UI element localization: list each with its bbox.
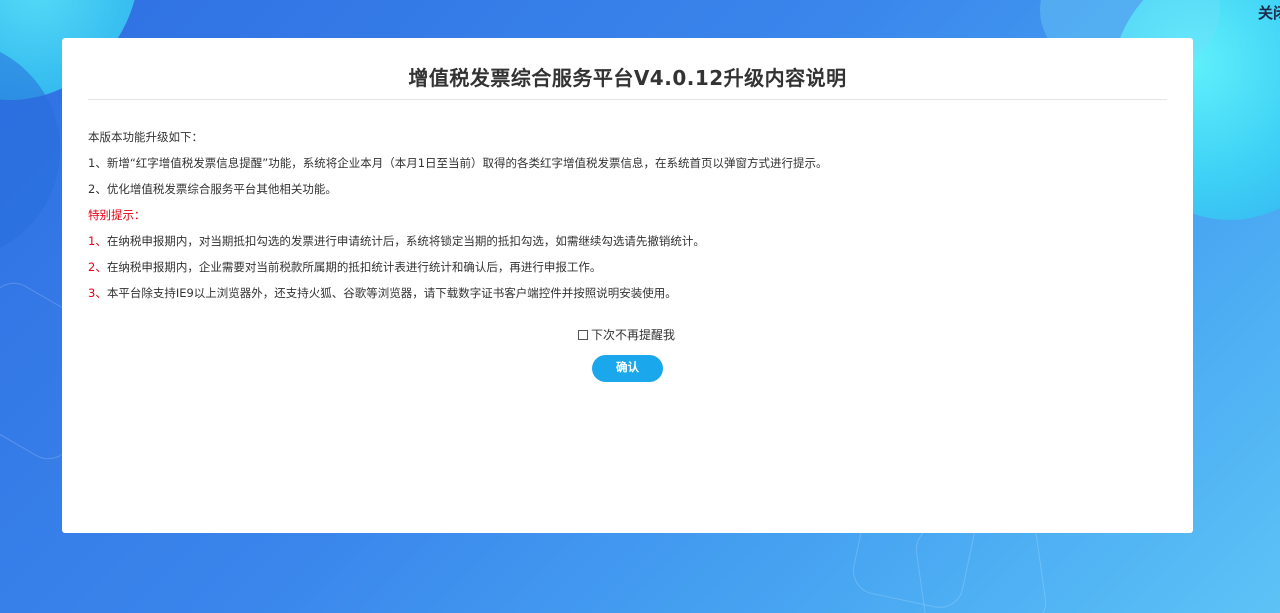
notice-heading: 特别提示：	[88, 208, 146, 222]
upgrade-item-1: 1、新增“红字增值税发票信息提醒”功能，系统将企业本月（本月1日至当前）取得的各…	[88, 156, 828, 170]
notice-number: 1、	[88, 234, 107, 248]
upgrade-item-2: 2、优化增值税发票综合服务平台其他相关功能。	[88, 182, 337, 196]
notice-number: 2、	[88, 260, 107, 274]
dont-remind-label: 下次不再提醒我	[591, 328, 676, 342]
close-link[interactable]: 关闭	[1258, 2, 1280, 23]
notice-number: 3、	[88, 286, 107, 300]
upgrade-notice-dialog: 增值税发票综合服务平台V4.0.12升级内容说明 本版本功能升级如下： 1、新增…	[62, 38, 1193, 533]
notice-text: 在纳税申报期内，企业需要对当前税款所属期的抵扣统计表进行统计和确认后，再进行申报…	[106, 260, 602, 274]
notice-item-3: 3、本平台除支持IE9以上浏览器外，还支持火狐、谷歌等浏览器，请下载数字证书客户…	[88, 285, 677, 301]
dont-remind-checkbox[interactable]: 下次不再提醒我	[578, 326, 675, 343]
checkbox-box[interactable]	[578, 329, 588, 340]
intro-text: 本版本功能升级如下：	[88, 130, 203, 144]
title-divider	[88, 99, 1167, 100]
notice-text: 本平台除支持IE9以上浏览器外，还支持火狐、谷歌等浏览器，请下载数字证书客户端控…	[106, 286, 677, 300]
confirm-button[interactable]: 确认	[592, 355, 663, 382]
notice-text: 在纳税申报期内，对当期抵扣勾选的发票进行申请统计后，系统将锁定当期的抵扣勾选，如…	[106, 234, 705, 248]
notice-item-2: 2、在纳税申报期内，企业需要对当前税款所属期的抵扣统计表进行统计和确认后，再进行…	[88, 259, 601, 275]
notice-item-1: 1、在纳税申报期内，对当期抵扣勾选的发票进行申请统计后，系统将锁定当期的抵扣勾选…	[88, 233, 705, 249]
dialog-title: 增值税发票综合服务平台V4.0.12升级内容说明	[408, 66, 847, 90]
